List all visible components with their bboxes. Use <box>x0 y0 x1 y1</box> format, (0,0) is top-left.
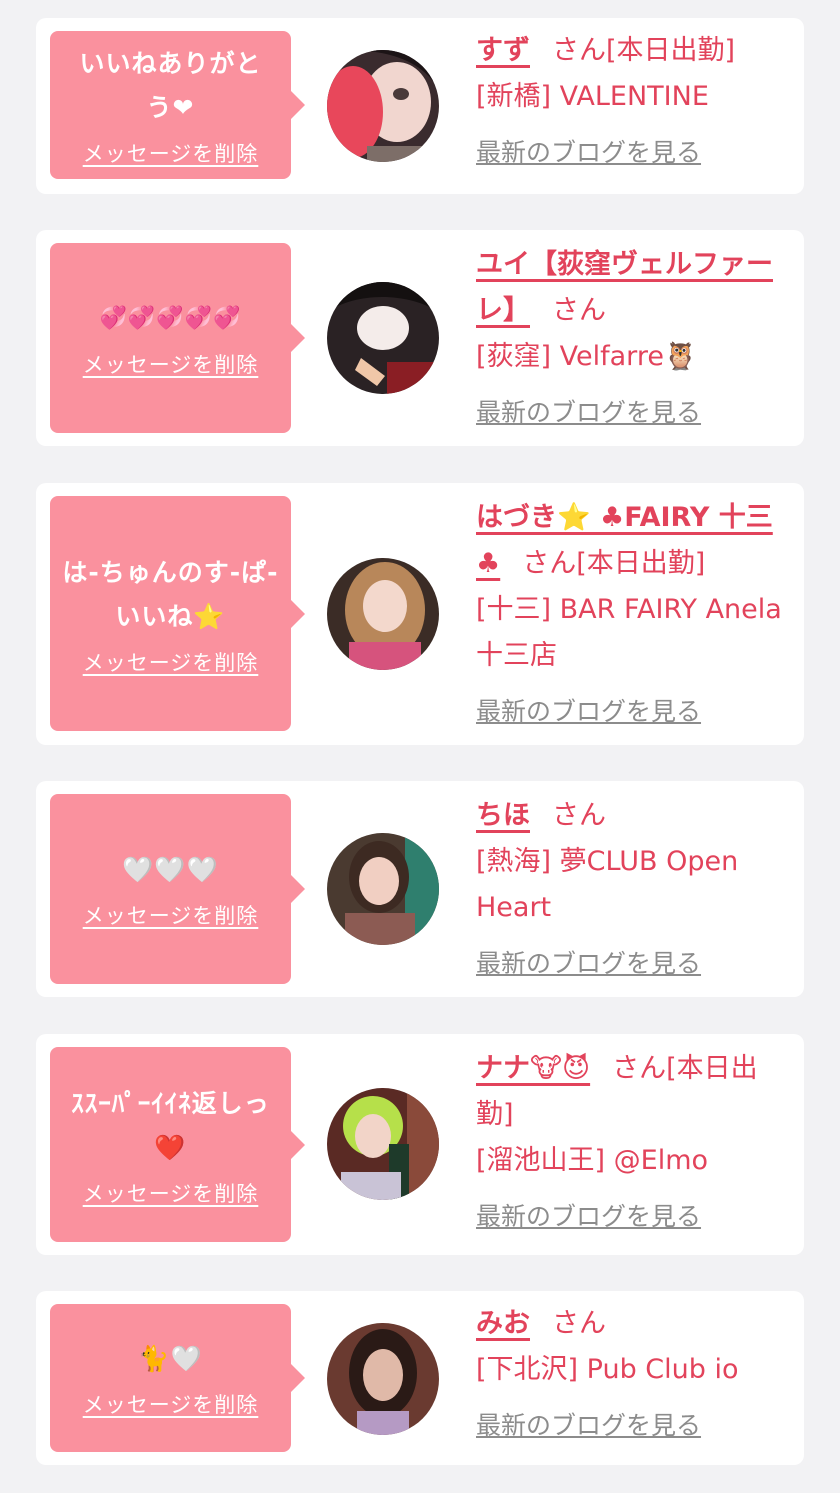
message-bubble: いいねありがとう❤ メッセージを削除 <box>50 31 305 179</box>
delete-message-link[interactable]: メッセージを削除 <box>83 900 259 930</box>
delete-message-link[interactable]: メッセージを削除 <box>83 1389 259 1419</box>
venue-text: [十三] BAR FAIRY Anela 十三店 <box>476 594 782 671</box>
avatar[interactable] <box>327 558 439 670</box>
name-line: はづき⭐️ ♣FAIRY 十三♣ さん[本日出勤] <box>476 495 794 587</box>
venue-text: [下北沢] Pub Club io <box>476 1354 739 1385</box>
delete-message-link[interactable]: メッセージを削除 <box>83 138 259 168</box>
name-line: ユイ【荻窪ヴェルファーレ】 さん <box>476 242 794 334</box>
latest-blog-link[interactable]: 最新のブログを見る <box>476 390 701 436</box>
delete-message-link[interactable]: メッセージを削除 <box>83 1178 259 1208</box>
avatar[interactable] <box>327 833 439 945</box>
message-bubble: 💞💞💞💞💞 メッセージを削除 <box>50 243 305 433</box>
latest-blog-link[interactable]: 最新のブログを見る <box>476 130 701 176</box>
delete-message-link[interactable]: メッセージを削除 <box>83 349 259 379</box>
cast-name-link[interactable]: ナナ🐮😈 <box>476 1053 590 1084</box>
honorific: さん <box>552 1308 606 1339</box>
name-line: みお さん <box>476 1301 794 1347</box>
cast-info: ちほ さん [熱海] 夢CLUB Open Heart 最新のブログを見る <box>476 793 794 987</box>
latest-blog-link[interactable]: 最新のブログを見る <box>476 941 701 987</box>
message-text: 💞💞💞💞💞 <box>99 306 242 331</box>
message-text: 🐈🤍 <box>138 1344 203 1373</box>
latest-blog-link[interactable]: 最新のブログを見る <box>476 1403 701 1449</box>
latest-blog-link[interactable]: 最新のブログを見る <box>476 689 701 735</box>
venue-text: [熱海] 夢CLUB Open Heart <box>476 846 739 923</box>
cast-info: みお さん [下北沢] Pub Club io 最新のブログを見る <box>476 1301 794 1449</box>
name-line: ナナ🐮😈 さん[本日出勤] <box>476 1046 794 1138</box>
honorific: さん <box>522 548 577 579</box>
status-text: [本日出勤] <box>576 548 706 579</box>
cast-info: ナナ🐮😈 さん[本日出勤] [溜池山王] @Elmo 最新のブログを見る <box>476 1046 794 1240</box>
message-bubble: 🤍🤍🤍 メッセージを削除 <box>50 794 305 984</box>
avatar[interactable] <box>327 1088 439 1200</box>
venue-text: [荻窪] Velfarre🦉 <box>476 341 698 372</box>
message-card: は-ちゅんのす-ぱ-いいね⭐️ メッセージを削除 はづき⭐️ ♣FAIRY 十三… <box>36 483 804 745</box>
message-card: ｽｽｰﾊﾟｰｲｲﾈ返しっ❤️ メッセージを削除 ナナ🐮😈 さん[本日出勤] [溜池… <box>36 1034 804 1255</box>
delete-message-link[interactable]: メッセージを削除 <box>83 647 259 677</box>
venue-text: [新橋] VALENTINE <box>476 81 709 112</box>
cast-name-link[interactable]: ちほ <box>476 800 530 831</box>
honorific: さん <box>612 1053 667 1084</box>
message-text: いいねありがとう❤ <box>79 49 262 122</box>
name-line: すず さん[本日出勤] <box>476 28 794 74</box>
message-bubble: ｽｽｰﾊﾟｰｲｲﾈ返しっ❤️ メッセージを削除 <box>50 1047 305 1242</box>
message-bubble: 🐈🤍 メッセージを削除 <box>50 1304 305 1452</box>
latest-blog-link[interactable]: 最新のブログを見る <box>476 1194 701 1240</box>
message-card: 💞💞💞💞💞 メッセージを削除 ユイ【荻窪ヴェルファーレ】 さん [荻窪] Velf… <box>36 230 804 446</box>
message-card: いいねありがとう❤ メッセージを削除 すず さん[本日出勤] [新橋] VALEN… <box>36 18 804 194</box>
cast-name-link[interactable]: ユイ【荻窪ヴェルファーレ】 <box>476 249 773 326</box>
honorific: さん <box>552 295 606 326</box>
cast-name-link[interactable]: すず <box>476 35 530 66</box>
cast-info: ユイ【荻窪ヴェルファーレ】 さん [荻窪] Velfarre🦉 最新のブログを見る <box>476 242 794 436</box>
avatar[interactable] <box>327 1323 439 1435</box>
avatar[interactable] <box>327 50 439 162</box>
honorific: さん <box>552 800 606 831</box>
message-bubble: は-ちゅんのす-ぱ-いいね⭐️ メッセージを削除 <box>50 496 305 731</box>
status-text: [本日出勤] <box>606 35 736 66</box>
name-line: ちほ さん <box>476 793 794 839</box>
avatar[interactable] <box>327 282 439 394</box>
cast-info: すず さん[本日出勤] [新橋] VALENTINE 最新のブログを見る <box>476 28 794 176</box>
honorific: さん <box>552 35 606 66</box>
message-card: 🤍🤍🤍 メッセージを削除 ちほ さん [熱海] 夢CLUB Open Heart … <box>36 781 804 997</box>
venue-text: [溜池山王] @Elmo <box>476 1145 709 1176</box>
message-text: ｽｽｰﾊﾟｰｲｲﾈ返しっ❤️ <box>71 1088 270 1162</box>
message-card: 🐈🤍 メッセージを削除 みお さん [下北沢] Pub Club io 最新のブロ… <box>36 1291 804 1465</box>
message-text: 🤍🤍🤍 <box>122 855 219 884</box>
cast-info: はづき⭐️ ♣FAIRY 十三♣ さん[本日出勤] [十三] BAR FAIRY … <box>476 495 794 735</box>
cast-name-link[interactable]: みお <box>476 1308 530 1339</box>
message-text: は-ちゅんのす-ぱ-いいね⭐️ <box>62 557 279 631</box>
